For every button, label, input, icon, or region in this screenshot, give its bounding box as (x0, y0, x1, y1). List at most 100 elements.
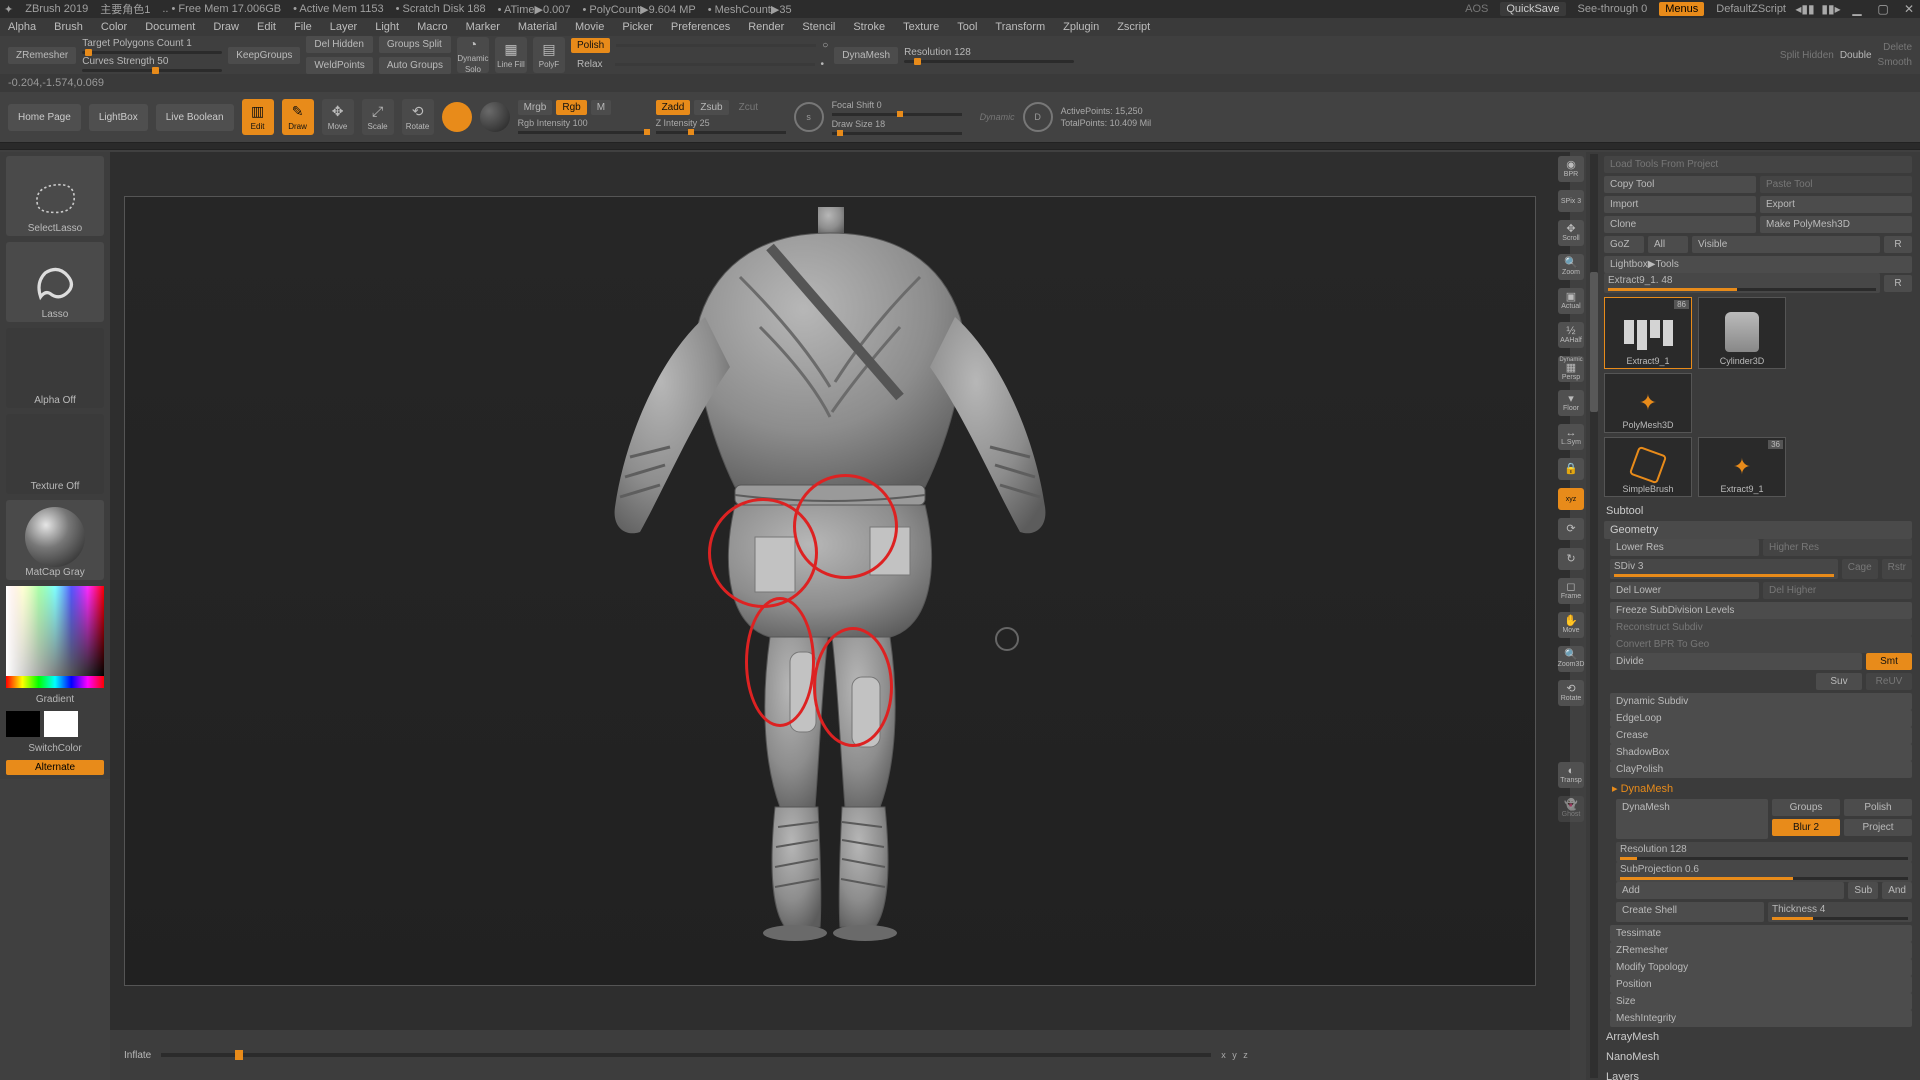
menu-draw[interactable]: Draw (213, 21, 239, 33)
focal-shift-slider[interactable] (832, 113, 962, 116)
clone-button[interactable]: Clone (1604, 216, 1756, 233)
maximize-icon[interactable]: ▢ (1876, 2, 1890, 16)
color-white-swatch[interactable] (44, 711, 78, 737)
mrgb-button[interactable]: Mrgb (518, 100, 553, 115)
axis1-icon[interactable]: ⟳ (1558, 518, 1584, 540)
xyz-button[interactable]: xyz (1558, 488, 1584, 510)
menu-layer[interactable]: Layer (330, 21, 358, 33)
import-button[interactable]: Import (1604, 196, 1756, 213)
lasso-tile[interactable]: Lasso (6, 242, 104, 322)
material-ball-icon[interactable] (480, 102, 510, 132)
reuv-button[interactable]: ReUV (1866, 673, 1912, 690)
polish-label[interactable]: Polish (571, 38, 610, 53)
copy-tool-button[interactable]: Copy Tool (1604, 176, 1756, 193)
frame-button[interactable]: ◻Frame (1558, 578, 1584, 604)
dynamesh-resolution-slider[interactable]: Resolution 128 (1616, 842, 1912, 862)
dynamic-solo-icon[interactable]: ◔DynamicSolo (457, 37, 489, 73)
inflate-slider[interactable] (161, 1053, 1211, 1057)
thickness-slider[interactable]: Thickness 4 (1768, 902, 1912, 922)
viewport-canvas[interactable] (124, 196, 1536, 986)
export-button[interactable]: Export (1760, 196, 1912, 213)
default-zscript[interactable]: DefaultZScript (1716, 3, 1786, 15)
freeze-subdiv-button[interactable]: Freeze SubDivision Levels (1610, 602, 1912, 619)
menu-zscript[interactable]: Zscript (1117, 21, 1150, 33)
floor-button[interactable]: ▾Floor (1558, 390, 1584, 416)
color-picker[interactable] (6, 586, 104, 688)
menus-button[interactable]: Menus (1659, 2, 1704, 16)
goz-visible-button[interactable]: Visible (1692, 236, 1880, 253)
rotate-mode-button[interactable]: ⟲Rotate (402, 99, 434, 135)
tessimate-button[interactable]: Tessimate (1610, 925, 1912, 942)
color-black-swatch[interactable] (6, 711, 40, 737)
menu-texture[interactable]: Texture (903, 21, 939, 33)
reconstruct-subdiv-button[interactable]: Reconstruct Subdiv (1610, 619, 1912, 636)
spix-button[interactable]: SPix 3 (1558, 190, 1584, 212)
edit-mode-button[interactable]: ▥Edit (242, 99, 274, 135)
splithidden-button[interactable]: Split Hidden (1780, 50, 1834, 61)
zoom-button[interactable]: 🔍Zoom (1558, 254, 1584, 280)
menu-light[interactable]: Light (375, 21, 399, 33)
dynamic-subdiv-button[interactable]: Dynamic Subdiv (1610, 693, 1912, 710)
claypolish-button[interactable]: ClayPolish (1610, 761, 1912, 778)
extract-slider[interactable]: Extract9_1. 48 (1604, 273, 1880, 293)
menu-macro[interactable]: Macro (417, 21, 448, 33)
zoom3d-button[interactable]: 🔍Zoom3D (1558, 646, 1584, 672)
relax-slider[interactable] (615, 63, 815, 66)
rstr-button[interactable]: Rstr (1882, 559, 1912, 579)
actual-button[interactable]: ▣Actual (1558, 288, 1584, 314)
dynamesh-groups-button[interactable]: Groups (1772, 799, 1840, 816)
modify-topology-button[interactable]: Modify Topology (1610, 959, 1912, 976)
groupssplit-button[interactable]: Groups Split (379, 36, 451, 53)
polish-slider[interactable] (616, 44, 816, 47)
alternate-button[interactable]: Alternate (6, 760, 104, 775)
tool-thumb-extract[interactable]: 86Extract9_1 (1604, 297, 1692, 369)
menu-stencil[interactable]: Stencil (802, 21, 835, 33)
polyf-icon[interactable]: ▤PolyF (533, 37, 565, 73)
layers-header[interactable]: Layers (1604, 1067, 1912, 1080)
make-polymesh-button[interactable]: Make PolyMesh3D (1760, 216, 1912, 233)
delete-button[interactable]: Delete (1883, 42, 1912, 53)
lightbox-tools-button[interactable]: Lightbox▶Tools (1604, 256, 1912, 273)
menu-preferences[interactable]: Preferences (671, 21, 730, 33)
scroll-button[interactable]: ✥Scroll (1558, 220, 1584, 246)
mesh-integrity-button[interactable]: MeshIntegrity (1610, 1010, 1912, 1027)
dynamesh-and-button[interactable]: And (1882, 882, 1912, 899)
tool-thumb-extract-2[interactable]: 36✦Extract9_1 (1698, 437, 1786, 497)
layout-prev-icon[interactable]: ◂▮▮ (1798, 2, 1812, 16)
panel-scrollbar-thumb[interactable] (1590, 272, 1598, 412)
zsub-button[interactable]: Zsub (694, 100, 728, 115)
matcap-tile[interactable]: MatCap Gray (6, 500, 104, 580)
dynamesh-polish-button[interactable]: Polish (1844, 799, 1912, 816)
keepgroups-button[interactable]: KeepGroups (228, 47, 300, 64)
menu-file[interactable]: File (294, 21, 312, 33)
smt-button[interactable]: Smt (1866, 653, 1912, 670)
move-mode-button[interactable]: ✥Move (322, 99, 354, 135)
paste-tool-button[interactable]: Paste Tool (1760, 176, 1912, 193)
persp-button[interactable]: Dynamic▦Persp (1558, 356, 1584, 382)
bpr-button[interactable]: ◉BPR (1558, 156, 1584, 182)
rgb-button[interactable]: Rgb (556, 100, 586, 115)
menu-tool[interactable]: Tool (957, 21, 977, 33)
goz-button[interactable]: GoZ (1604, 236, 1644, 253)
target-poly-slider[interactable] (82, 51, 222, 54)
home-page-button[interactable]: Home Page (8, 104, 81, 131)
linefill-icon[interactable]: ▦Line Fill (495, 37, 527, 73)
menu-marker[interactable]: Marker (466, 21, 500, 33)
shadowbox-button[interactable]: ShadowBox (1610, 744, 1912, 761)
scale-mode-button[interactable]: ⤢Scale (362, 99, 394, 135)
del-higher-button[interactable]: Del Higher (1763, 582, 1912, 599)
tool-thumb-polymesh[interactable]: ✦PolyMesh3D (1604, 373, 1692, 433)
cage-button[interactable]: Cage (1842, 559, 1878, 579)
dynamesh-sub-button[interactable]: Sub (1848, 882, 1878, 899)
convert-bpr-button[interactable]: Convert BPR To Geo (1610, 636, 1912, 653)
draw-size-slider[interactable] (832, 132, 962, 135)
subtool-header[interactable]: Subtool (1604, 501, 1912, 521)
lightbox-button[interactable]: LightBox (89, 104, 148, 131)
rotate-button[interactable]: ⟲Rotate (1558, 680, 1584, 706)
minimize-icon[interactable]: ▁ (1850, 2, 1864, 16)
menu-render[interactable]: Render (748, 21, 784, 33)
dynamesh-toggle[interactable]: DynaMesh (1616, 799, 1768, 839)
menu-edit[interactable]: Edit (257, 21, 276, 33)
higher-res-button[interactable]: Higher Res (1763, 539, 1912, 556)
nanomesh-header[interactable]: NanoMesh (1604, 1047, 1912, 1067)
